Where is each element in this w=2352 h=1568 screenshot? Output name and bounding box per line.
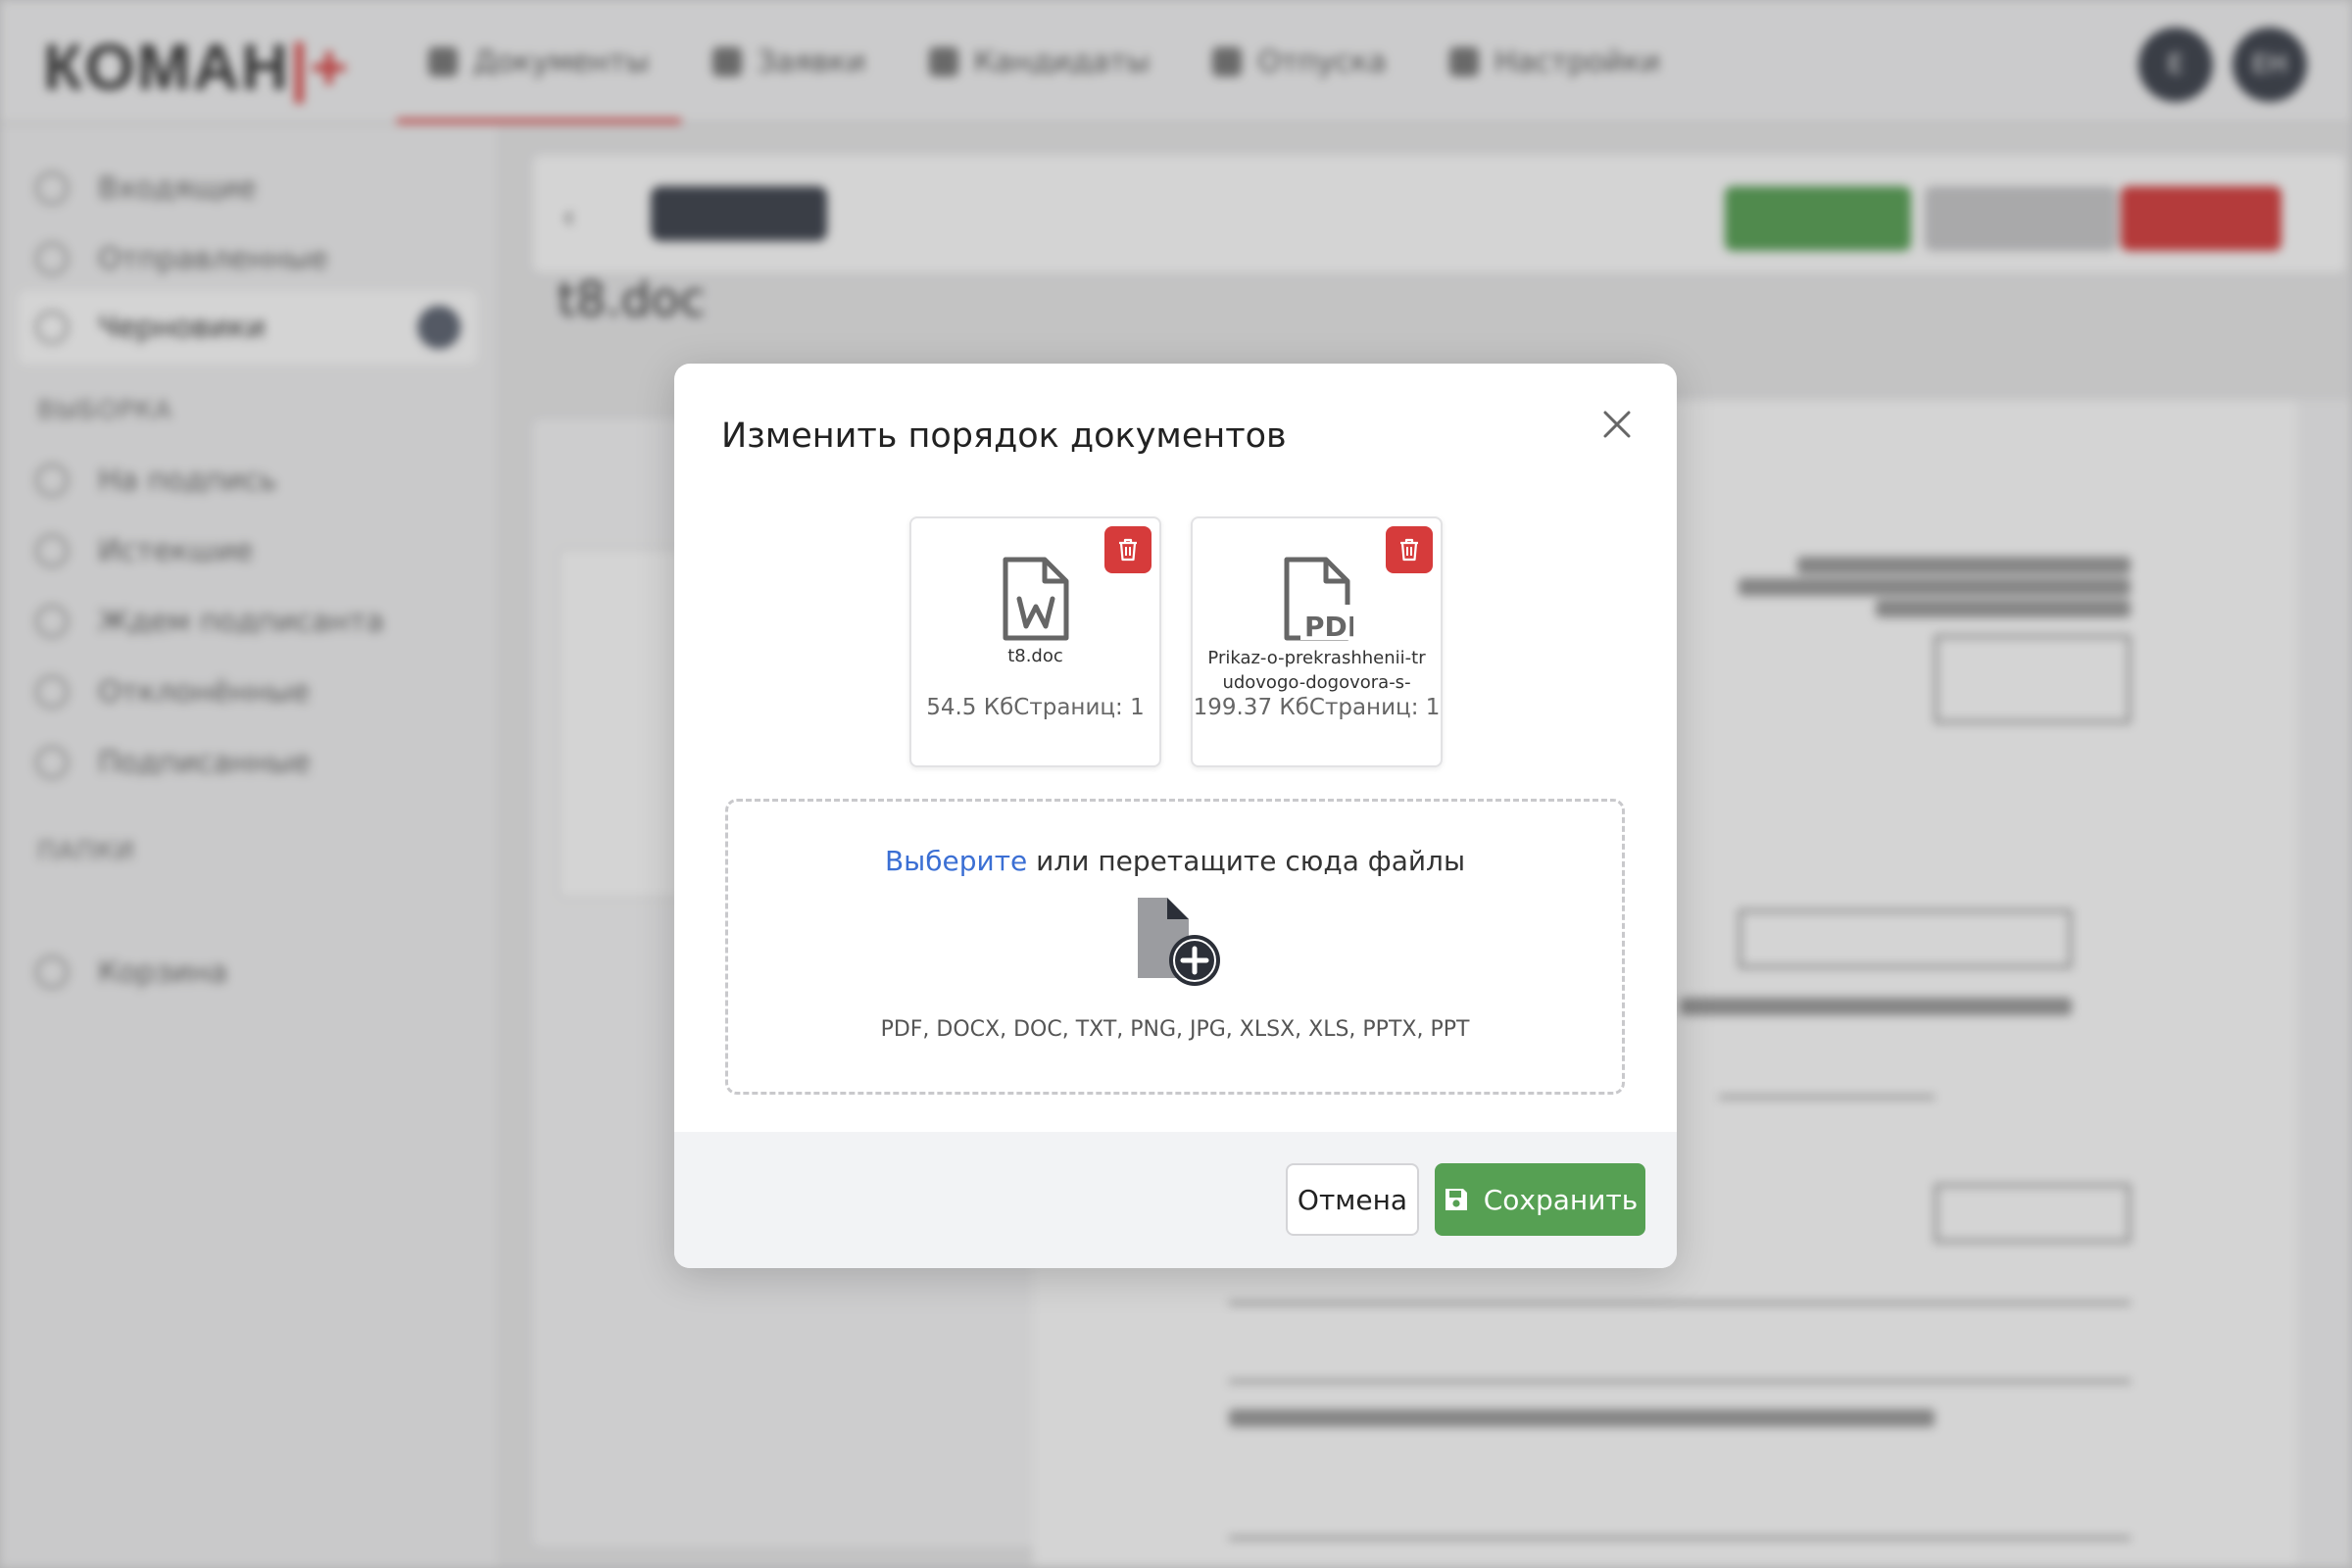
trash-icon (1400, 538, 1418, 562)
pdf-file-icon: PDF (1281, 556, 1366, 643)
allowed-formats: PDF, DOCX, DOC, TXT, PNG, JPG, XLSX, XLS… (880, 1017, 1470, 1042)
dropzone-text: Выберите или перетащите сюда файлы (884, 845, 1466, 877)
save-button[interactable]: Сохранить (1435, 1163, 1645, 1236)
close-button[interactable] (1597, 405, 1637, 444)
delete-file-button[interactable] (1104, 526, 1152, 573)
file-pages: Страниц: 1 (1013, 695, 1145, 720)
close-icon (1603, 411, 1631, 438)
floppy-disk-icon (1445, 1189, 1467, 1210)
cancel-button[interactable]: Отмена (1286, 1163, 1419, 1236)
file-name: Prikaz-o-prekrashhenii-trudovogo-dogovor… (1207, 648, 1426, 693)
modal-footer: Отмена Сохранить (674, 1132, 1677, 1268)
modal-title: Изменить порядок документов (721, 416, 1287, 456)
svg-text:PDF: PDF (1304, 611, 1353, 642)
delete-file-button[interactable] (1386, 526, 1433, 573)
file-meta: 54.5 КбСтраниц: 1 (911, 695, 1159, 720)
file-size: 199.37 Кб (1193, 695, 1309, 720)
file-name: t8.doc (1007, 646, 1063, 666)
trash-icon (1119, 538, 1137, 562)
file-meta: 199.37 КбСтраниц: 1 (1193, 695, 1441, 720)
file-pages: Страниц: 1 (1308, 695, 1441, 720)
file-size: 54.5 Кб (926, 695, 1014, 720)
word-file-icon (1000, 556, 1072, 642)
file-dropzone[interactable]: Выберите или перетащите сюда файлы PDF, … (725, 799, 1625, 1095)
reorder-documents-modal: Изменить порядок документов t8.doc 54.5 … (674, 364, 1677, 1268)
file-card[interactable]: PDF Prikaz-o-prekrashhenii-trudovogo-dog… (1191, 516, 1443, 767)
file-card[interactable]: t8.doc 54.5 КбСтраниц: 1 (909, 516, 1161, 767)
choose-files-link[interactable]: Выберите (885, 845, 1027, 877)
add-file-icon (1120, 896, 1230, 992)
